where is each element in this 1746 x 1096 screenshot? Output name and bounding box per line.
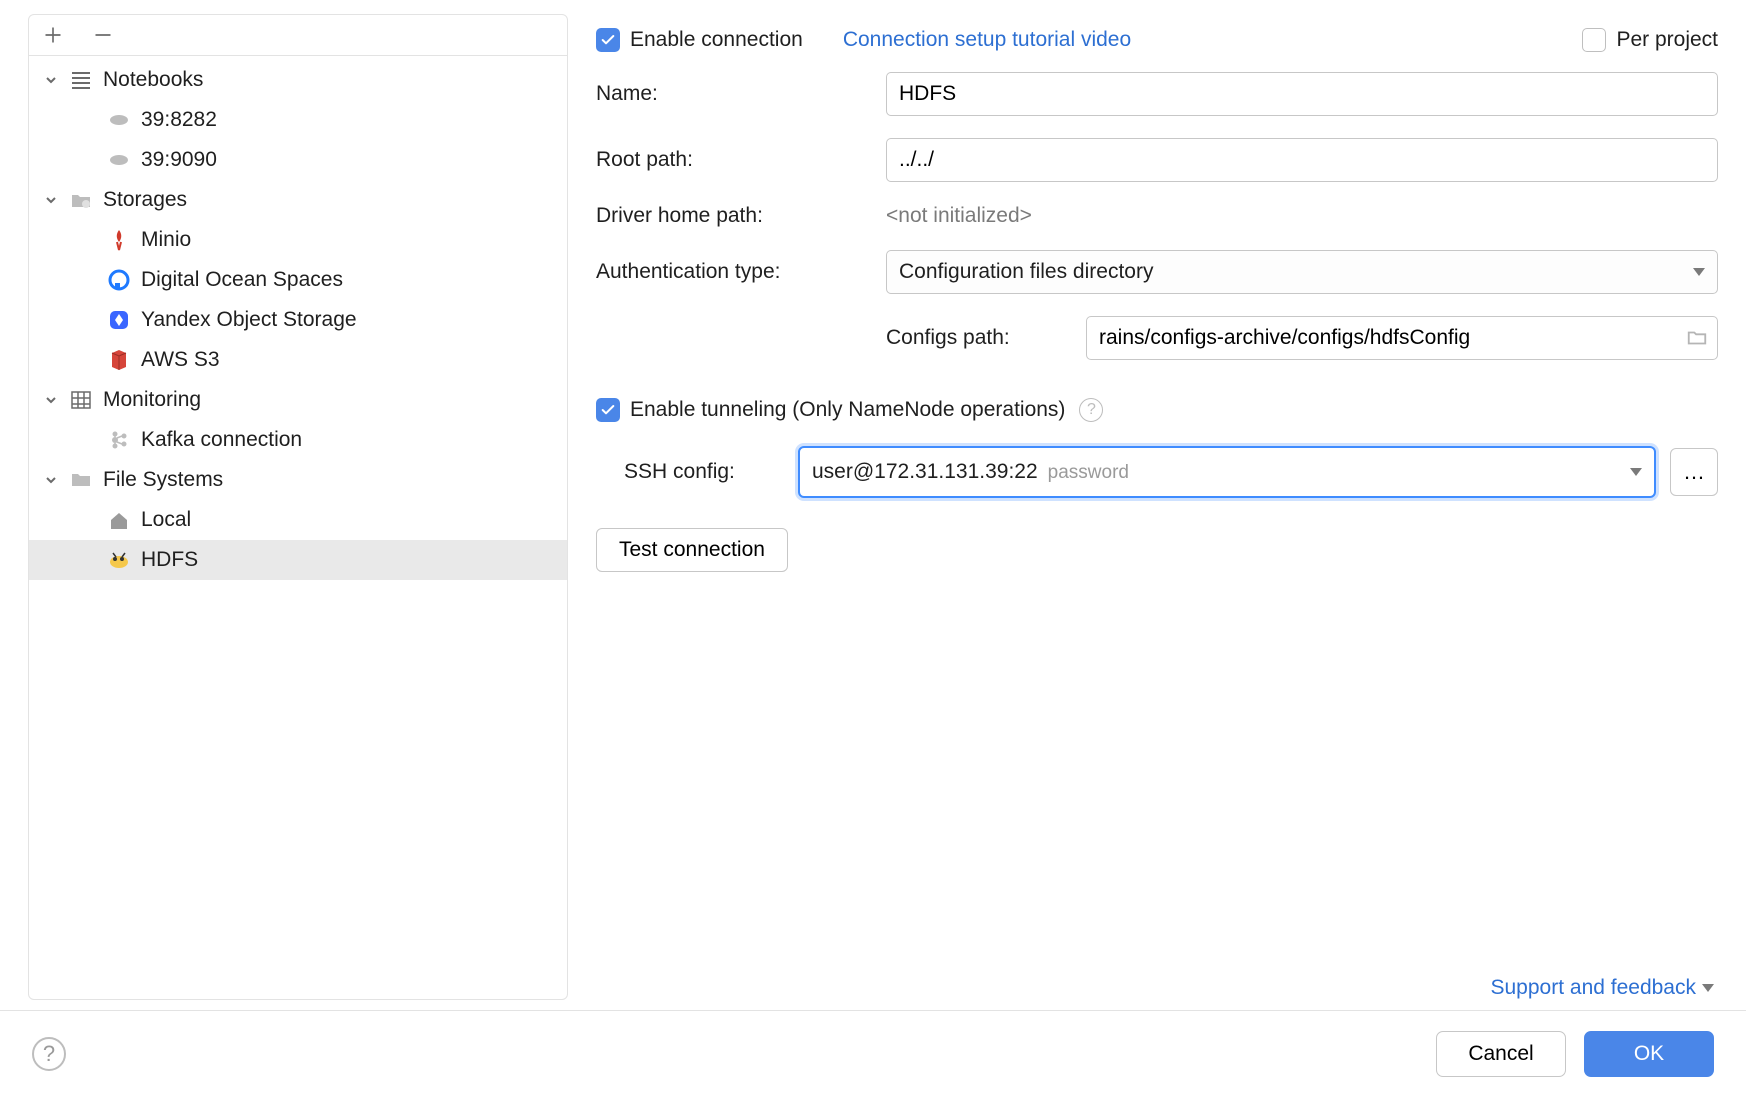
ssh-config-select[interactable]: user@172.31.131.39:22 password <box>798 446 1656 498</box>
chevron-down-icon <box>43 392 59 408</box>
tree-item[interactable]: HDFS <box>29 540 567 580</box>
ssh-config-edit-button[interactable]: … <box>1670 448 1718 496</box>
enable-connection-label: Enable connection <box>630 28 803 52</box>
checkbox-box <box>596 28 620 52</box>
tree-group[interactable]: Notebooks <box>29 60 567 100</box>
root-path-label: Root path: <box>596 148 886 172</box>
connection-tree[interactable]: Notebooks 39:8282 39:9090 Storages Minio Digi… <box>29 56 567 999</box>
tree-item[interactable]: Kafka connection <box>29 420 567 460</box>
configs-path-label: Configs path: <box>886 326 1086 350</box>
enable-tunneling-label: Enable tunneling (Only NameNode operatio… <box>630 398 1065 422</box>
tree-item[interactable]: AWS S3 <box>29 340 567 380</box>
tutorial-link[interactable]: Connection setup tutorial video <box>843 28 1131 52</box>
kafka-icon <box>107 428 131 452</box>
enable-tunneling-checkbox[interactable]: Enable tunneling (Only NameNode operatio… <box>596 398 1065 422</box>
home-icon <box>107 508 131 532</box>
tree-item-label: Minio <box>141 228 191 252</box>
tree-group[interactable]: Monitoring <box>29 380 567 420</box>
per-project-label: Per project <box>1616 28 1718 52</box>
aws-s3-icon <box>107 348 131 372</box>
lines-icon <box>69 68 93 92</box>
root-path-input[interactable] <box>886 138 1718 182</box>
name-input[interactable] <box>886 72 1718 116</box>
hadoop-icon <box>107 548 131 572</box>
dialog-footer: ? Cancel OK <box>0 1010 1746 1096</box>
tree-item-label: Yandex Object Storage <box>141 308 357 332</box>
tree-item-label: 39:9090 <box>141 148 217 172</box>
checkbox-box <box>596 398 620 422</box>
tree-item[interactable]: Minio <box>29 220 567 260</box>
ssh-config-value: user@172.31.131.39:22 <box>812 460 1038 484</box>
tree-item-label: 39:8282 <box>141 108 217 132</box>
tree-group-label: Monitoring <box>103 388 201 412</box>
zeppelin-icon <box>107 108 131 132</box>
tree-item-label: HDFS <box>141 548 198 572</box>
tree-group[interactable]: File Systems <box>29 460 567 500</box>
cancel-button[interactable]: Cancel <box>1436 1031 1566 1077</box>
name-label: Name: <box>596 82 886 106</box>
tree-item[interactable]: 39:9090 <box>29 140 567 180</box>
tree-group-label: File Systems <box>103 468 223 492</box>
help-icon[interactable]: ? <box>32 1037 66 1071</box>
tree-item-label: AWS S3 <box>141 348 220 372</box>
tree-item-label: Digital Ocean Spaces <box>141 268 343 292</box>
tree-group[interactable]: Storages <box>29 180 567 220</box>
tree-item[interactable]: Digital Ocean Spaces <box>29 260 567 300</box>
chevron-down-icon <box>43 472 59 488</box>
folder-icon <box>69 468 93 492</box>
sidebar-toolbar <box>29 15 567 56</box>
support-feedback-label: Support and feedback <box>1491 976 1697 1000</box>
configs-path-field <box>1086 316 1718 360</box>
browse-folder-icon[interactable] <box>1677 317 1717 359</box>
tree-group-label: Storages <box>103 188 187 212</box>
minio-icon <box>107 228 131 252</box>
chevron-down-icon <box>43 192 59 208</box>
tree-item-label: Kafka connection <box>141 428 302 452</box>
ssh-config-label: SSH config: <box>624 460 784 484</box>
checkbox-box <box>1582 28 1606 52</box>
chevron-down-icon <box>1630 468 1642 476</box>
add-button[interactable] <box>39 21 67 49</box>
tree-item[interactable]: Yandex Object Storage <box>29 300 567 340</box>
ok-button[interactable]: OK <box>1584 1031 1714 1077</box>
auth-type-select[interactable]: Configuration files directory <box>886 250 1718 294</box>
driver-home-value: <not initialized> <box>886 204 1032 228</box>
yandex-icon <box>107 308 131 332</box>
enable-connection-checkbox[interactable]: Enable connection <box>596 28 803 52</box>
tree-group-label: Notebooks <box>103 68 203 92</box>
test-connection-button[interactable]: Test connection <box>596 528 788 572</box>
sidebar: Notebooks 39:8282 39:9090 Storages Minio Digi… <box>28 14 568 1000</box>
auth-type-value: Configuration files directory <box>899 260 1153 284</box>
driver-home-label: Driver home path: <box>596 204 886 228</box>
support-feedback-link[interactable]: Support and feedback <box>1491 976 1715 1000</box>
ssh-config-hint: password <box>1048 462 1129 484</box>
tree-item[interactable]: 39:8282 <box>29 100 567 140</box>
tree-item[interactable]: Local <box>29 500 567 540</box>
configs-path-input[interactable] <box>1087 317 1677 359</box>
tree-item-label: Local <box>141 508 191 532</box>
zeppelin-icon <box>107 148 131 172</box>
folder-cloud-icon <box>69 188 93 212</box>
auth-type-label: Authentication type: <box>596 260 886 284</box>
help-icon[interactable]: ? <box>1079 398 1103 422</box>
per-project-checkbox[interactable]: Per project <box>1582 28 1718 52</box>
chevron-down-icon <box>1693 268 1705 276</box>
chevron-down-icon <box>1702 984 1714 992</box>
remove-button[interactable] <box>89 21 117 49</box>
digitalocean-icon <box>107 268 131 292</box>
main-form: Enable connection Connection setup tutor… <box>596 14 1718 1000</box>
grid-icon <box>69 388 93 412</box>
chevron-down-icon <box>43 72 59 88</box>
